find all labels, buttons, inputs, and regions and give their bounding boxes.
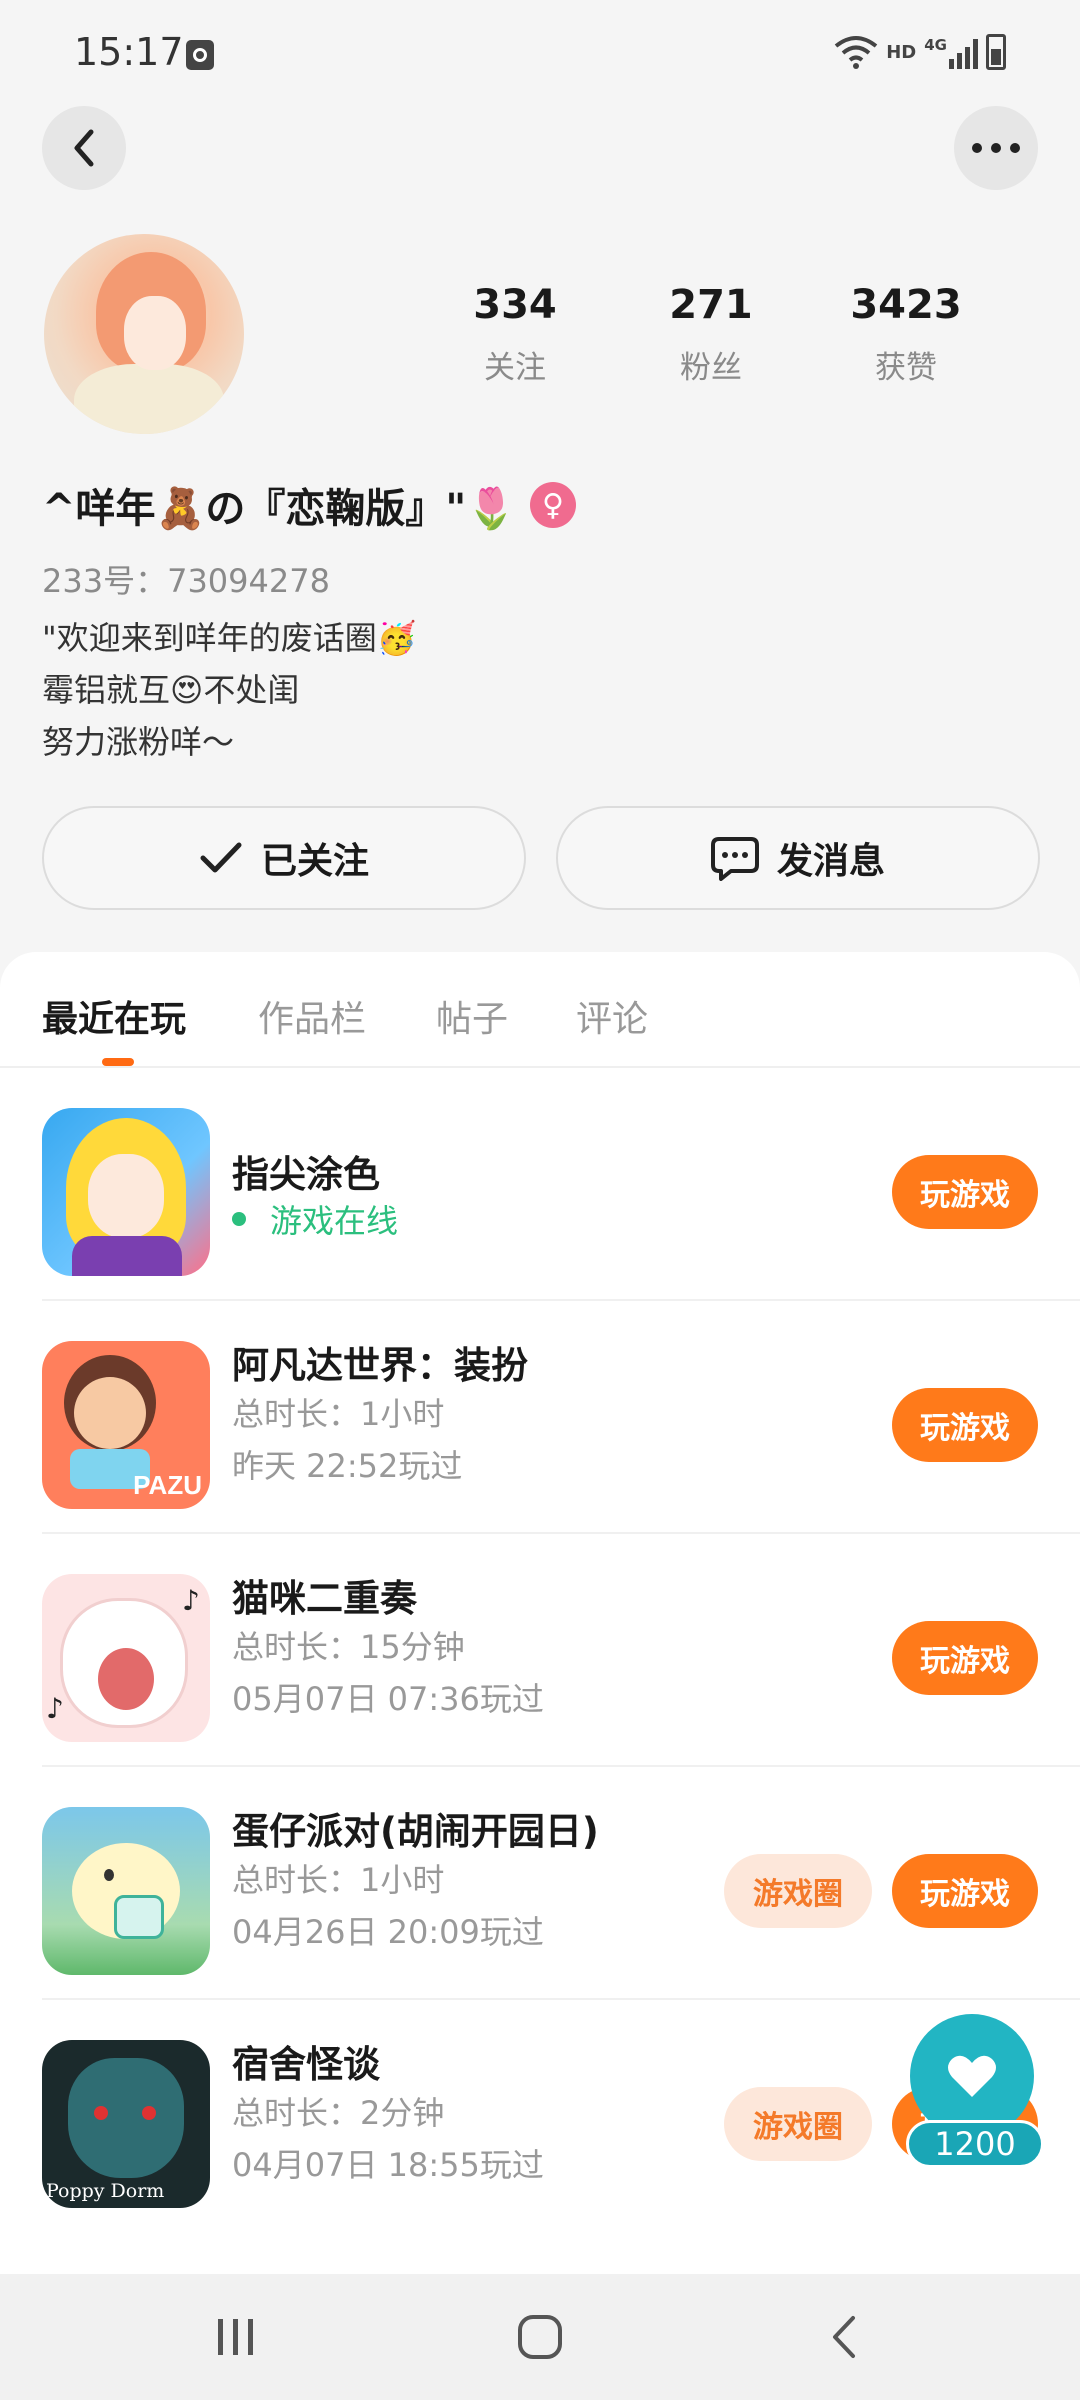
play-duration: 总时长：1小时 bbox=[232, 1861, 445, 1899]
last-played: 04月26日 20:09玩过 bbox=[232, 1913, 544, 1951]
online-status: 游戏在线 bbox=[232, 1196, 398, 1242]
last-played: 昨天 22:52玩过 bbox=[232, 1447, 463, 1485]
game-icon bbox=[42, 1108, 210, 1276]
signal-label: 4G bbox=[924, 36, 947, 54]
tab-recently-played[interactable]: 最近在玩 bbox=[42, 990, 186, 1042]
more-button[interactable] bbox=[954, 106, 1038, 190]
game-icon bbox=[42, 1807, 210, 1975]
stat-following[interactable]: 334 关注 bbox=[435, 282, 595, 387]
nickname-text: ^咩年🧸の『恋鞠版』"🌷 bbox=[42, 486, 516, 532]
female-gender-icon: ♀ bbox=[529, 482, 576, 528]
like-count: 1200 bbox=[906, 2120, 1044, 2168]
stat-label: 粉丝 bbox=[680, 350, 742, 386]
game-title: 猫咪二重奏 bbox=[232, 1577, 417, 1620]
game-icon-text: PAZU bbox=[133, 1470, 202, 1500]
game-title: 指尖涂色 bbox=[232, 1153, 380, 1196]
game-icon: ♪ ♪ bbox=[42, 1574, 210, 1742]
game-circle-button[interactable]: 游戏圈 bbox=[724, 1854, 872, 1928]
more-dots-icon bbox=[972, 143, 1020, 153]
play-duration: 总时长：15分钟 bbox=[232, 1628, 465, 1666]
status-icons: HD 4G bbox=[834, 34, 1006, 70]
heart-icon bbox=[948, 2055, 996, 2097]
signal-icon bbox=[949, 35, 978, 69]
system-back-button[interactable] bbox=[784, 2274, 904, 2400]
network-label: HD bbox=[886, 41, 917, 63]
game-title: 蛋仔派对(胡闹开园日) bbox=[232, 1810, 599, 1853]
bio-line: "欢迎来到咩年的废话圈🥳 bbox=[42, 619, 417, 657]
chevron-left-icon bbox=[74, 129, 94, 167]
bio-line: 霉铝就互😍不处闺 bbox=[42, 671, 300, 709]
stat-fans[interactable]: 271 粉丝 bbox=[631, 282, 791, 387]
recent-apps-button[interactable] bbox=[176, 2274, 296, 2400]
stat-label: 关注 bbox=[484, 350, 546, 386]
game-icon-text: Poppy Dorm bbox=[46, 2180, 165, 2202]
back-button[interactable] bbox=[42, 106, 126, 190]
followed-label: 已关注 bbox=[260, 841, 369, 882]
game-row[interactable]: 指尖涂色 游戏在线 玩游戏 bbox=[42, 1068, 1080, 1301]
last-played: 05月07日 07:36玩过 bbox=[232, 1680, 544, 1718]
status-bar: 15:17 HD 4G bbox=[0, 0, 1080, 110]
recent-apps-icon bbox=[218, 2319, 253, 2355]
game-row[interactable]: ♪ ♪ 猫咪二重奏 总时长：15分钟 05月07日 07:36玩过 玩游戏 bbox=[42, 1534, 1080, 1767]
bio: "欢迎来到咩年的废话圈🥳 霉铝就互😍不处闺 努力涨粉咩～ bbox=[42, 612, 417, 768]
tab-indicator bbox=[102, 1058, 134, 1066]
stat-value: 334 bbox=[473, 282, 557, 328]
nickname: ^咩年🧸の『恋鞠版』"🌷 ♀ bbox=[42, 476, 576, 534]
avatar[interactable] bbox=[44, 234, 244, 434]
back-arrow-icon bbox=[833, 2316, 855, 2358]
game-icon: PAZU bbox=[42, 1341, 210, 1509]
last-played: 04月07日 18:55玩过 bbox=[232, 2146, 544, 2184]
game-circle-button[interactable]: 游戏圈 bbox=[724, 2087, 872, 2161]
game-title: 阿凡达世界：装扮 bbox=[232, 1344, 528, 1387]
online-label: 游戏在线 bbox=[270, 1202, 399, 1240]
followed-button[interactable]: 已关注 bbox=[42, 806, 526, 910]
message-label: 发消息 bbox=[776, 841, 885, 882]
check-icon bbox=[200, 842, 242, 873]
home-button[interactable] bbox=[480, 2274, 600, 2400]
send-message-button[interactable]: 发消息 bbox=[556, 806, 1040, 910]
home-icon bbox=[518, 2315, 562, 2359]
game-title: 宿舍怪谈 bbox=[232, 2043, 380, 2086]
tab-comments[interactable]: 评论 bbox=[576, 990, 648, 1042]
stat-value: 271 bbox=[669, 282, 753, 328]
stat-label: 获赞 bbox=[875, 350, 937, 386]
game-row[interactable]: PAZU 阿凡达世界：装扮 总时长：1小时 昨天 22:52玩过 玩游戏 bbox=[42, 1301, 1080, 1534]
game-icon: Poppy Dorm bbox=[42, 2040, 210, 2208]
wifi-icon bbox=[834, 36, 878, 69]
online-dot-icon bbox=[232, 1212, 246, 1226]
game-row[interactable]: 蛋仔派对(胡闹开园日) 总时长：1小时 04月26日 20:09玩过 游戏圈 玩… bbox=[42, 1767, 1080, 2000]
tab-works[interactable]: 作品栏 bbox=[258, 990, 366, 1042]
play-game-button[interactable]: 玩游戏 bbox=[892, 1388, 1038, 1462]
bio-line: 努力涨粉咩～ bbox=[42, 723, 235, 761]
stat-value: 3423 bbox=[850, 282, 962, 328]
play-game-button[interactable]: 玩游戏 bbox=[892, 1621, 1038, 1695]
chat-bubble-icon bbox=[710, 837, 759, 881]
tab-posts[interactable]: 帖子 bbox=[436, 990, 508, 1042]
stat-likes[interactable]: 3423 获赞 bbox=[826, 282, 986, 387]
play-duration: 总时长：2分钟 bbox=[232, 2094, 445, 2132]
play-game-button[interactable]: 玩游戏 bbox=[892, 1155, 1038, 1229]
battery-icon bbox=[986, 34, 1006, 70]
user-id: 233号：73094278 bbox=[42, 562, 330, 600]
like-fab[interactable]: 1200 bbox=[906, 2014, 1044, 2176]
profile-tabs: 最近在玩 作品栏 帖子 评论 bbox=[0, 952, 1080, 1068]
system-nav-bar bbox=[0, 2274, 1080, 2400]
clock-icon bbox=[186, 40, 214, 70]
status-time: 15:17 bbox=[74, 30, 184, 74]
play-duration: 总时长：1小时 bbox=[232, 1395, 445, 1433]
play-game-button[interactable]: 玩游戏 bbox=[892, 1854, 1038, 1928]
